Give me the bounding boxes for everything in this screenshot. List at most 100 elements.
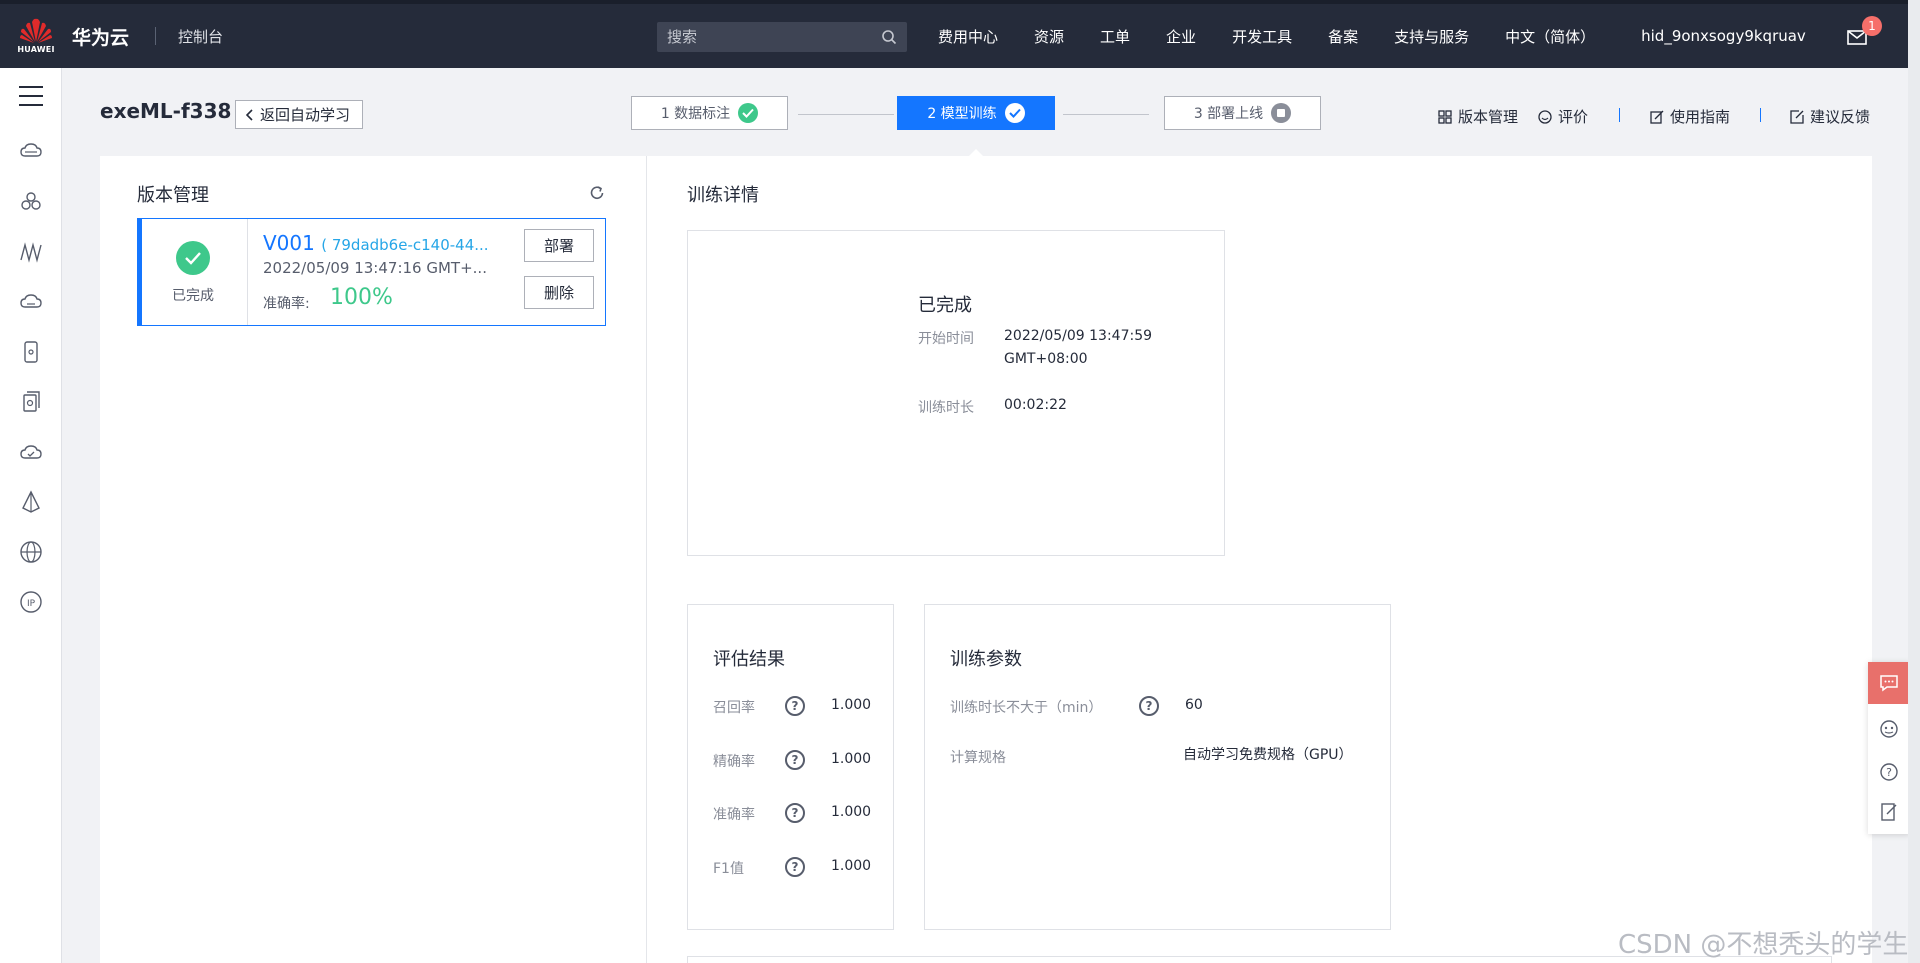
feedback-link[interactable]: 建议反馈: [1790, 106, 1870, 127]
nav-icp[interactable]: 备案: [1328, 26, 1358, 47]
tool-separator: [1619, 108, 1620, 122]
delete-button[interactable]: 删除: [524, 276, 594, 309]
step-model-training[interactable]: 2 模型训练: [897, 96, 1055, 159]
globe-icon[interactable]: [19, 540, 43, 564]
user-menu[interactable]: hid_9onxsogy9kqruav: [1641, 27, 1806, 45]
cluster-icon[interactable]: [19, 190, 43, 214]
guide-link[interactable]: 使用指南: [1650, 106, 1730, 127]
deploy-icon[interactable]: [19, 490, 43, 514]
search-icon[interactable]: [881, 29, 897, 45]
metric-value-f1: 1.000: [831, 858, 872, 874]
check-icon: [1004, 103, 1025, 123]
chat-button[interactable]: [1868, 662, 1910, 704]
rate-link[interactable]: 评价: [1538, 106, 1588, 127]
top-bar: HUAWEI 华为云 控制台 费用中心 资源 工单 企业 开发工具 备案 支持与…: [0, 0, 1920, 68]
cloud-storage-icon[interactable]: [19, 290, 43, 314]
nav-enterprise[interactable]: 企业: [1166, 26, 1196, 47]
version-name[interactable]: V001 ( 79dadb6e-c140-44...: [263, 231, 489, 255]
metric-value-precision: 1.000: [831, 751, 872, 767]
modelarts-icon[interactable]: [19, 240, 43, 264]
start-time-value: 2022/05/09 13:47:59 GMT+08:00: [1004, 325, 1152, 371]
language-selector[interactable]: 中文（简体）: [1505, 26, 1595, 47]
evaluation-title: 评估结果: [713, 649, 785, 670]
help-icon[interactable]: ?: [785, 803, 805, 823]
floating-toolbar: ?: [1868, 662, 1910, 834]
step-label: 1 数据标注: [660, 106, 731, 122]
device-icon[interactable]: [19, 340, 43, 364]
version-status-label: 已完成: [172, 288, 214, 304]
nav-billing[interactable]: 费用中心: [938, 26, 998, 47]
refresh-icon[interactable]: [588, 184, 606, 202]
top-nav: 费用中心 资源 工单 企业 开发工具 备案 支持与服务 中文（简体） hid_9…: [938, 4, 1842, 68]
duration-label: 训练时长: [918, 400, 974, 416]
version-status: 已完成: [142, 219, 248, 325]
note-edit-icon[interactable]: [1879, 802, 1899, 822]
chevron-left-icon: [246, 108, 253, 121]
mail-badge: 1: [1862, 16, 1882, 36]
help-icon[interactable]: ?: [1139, 696, 1159, 716]
nav-dev-tools[interactable]: 开发工具: [1232, 26, 1292, 47]
help-icon[interactable]: ?: [785, 696, 805, 716]
nav-resources[interactable]: 资源: [1034, 26, 1064, 47]
help-icon[interactable]: ?: [785, 857, 805, 877]
accuracy-label: 准确率:: [263, 296, 310, 312]
cloud-check-icon[interactable]: [19, 440, 43, 464]
nav-tickets[interactable]: 工单: [1100, 26, 1130, 47]
sub-header: exeML-f338 返回自动学习 1 数据标注 2 模型训练 3 部署上线 版…: [62, 68, 1920, 159]
scrollbar-track[interactable]: [1908, 0, 1920, 963]
left-rail: IP: [0, 68, 62, 963]
guide-label: 使用指南: [1670, 108, 1731, 126]
metric-label-accuracy: 准确率: [713, 807, 755, 823]
help-circle-icon[interactable]: ?: [1879, 762, 1899, 782]
version-time: 2022/05/09 13:47:16 GMT+...: [263, 259, 487, 277]
version-card[interactable]: 已完成 V001 ( 79dadb6e-c140-44... 2022/05/0…: [137, 218, 606, 326]
evaluation-box: 评估结果 召回率 ? 1.000 精确率 ? 1.000 准确率 ? 1.000…: [687, 604, 894, 930]
project-title: exeML-f338: [100, 99, 232, 123]
success-check-icon: [176, 241, 210, 275]
metric-label-recall: 召回率: [713, 700, 755, 716]
robot-icon[interactable]: [1879, 719, 1899, 739]
console-link[interactable]: 控制台: [178, 26, 223, 47]
start-time-label: 开始时间: [918, 331, 974, 347]
help-icon[interactable]: ?: [785, 750, 805, 770]
metric-value-recall: 1.000: [831, 697, 872, 713]
start-time-zone: GMT+08:00: [1004, 351, 1088, 367]
brand-title[interactable]: 华为云: [72, 23, 129, 50]
step-label: 3 部署上线: [1193, 106, 1264, 122]
ip-icon[interactable]: IP: [19, 590, 43, 614]
step-connector: [798, 114, 894, 115]
training-detail-box: 已完成 开始时间 2022/05/09 13:47:59 GMT+08:00 训…: [687, 230, 1225, 556]
feedback-icon: [1790, 109, 1804, 124]
version-manage-link[interactable]: 版本管理: [1438, 106, 1518, 127]
check-icon: [738, 103, 759, 123]
back-button-label: 返回自动学习: [260, 106, 351, 124]
stop-icon: [1271, 103, 1292, 123]
training-detail-title: 训练详情: [687, 185, 759, 206]
param-label-compute-spec: 计算规格: [950, 750, 1006, 766]
version-id: V001: [263, 231, 315, 255]
edit-doc-icon: [1650, 110, 1664, 124]
training-status: 已完成: [918, 295, 972, 316]
topbar-separator: [155, 27, 157, 45]
step-data-labeling[interactable]: 1 数据标注: [631, 96, 788, 130]
step-connector: [1063, 114, 1149, 115]
menu-icon[interactable]: [19, 86, 43, 106]
backup-icon[interactable]: [19, 390, 43, 414]
cloud-server-icon[interactable]: [19, 140, 43, 164]
param-value-max-duration: 60: [1185, 697, 1203, 713]
brand-mini-text: HUAWEI: [17, 45, 55, 54]
huawei-logo[interactable]: HUAWEI: [14, 18, 58, 54]
step-deploy[interactable]: 3 部署上线: [1164, 96, 1321, 130]
metric-value-accuracy: 1.000: [831, 804, 872, 820]
version-manage-label: 版本管理: [1458, 108, 1519, 126]
deploy-button[interactable]: 部署: [524, 229, 594, 262]
nav-support[interactable]: 支持与服务: [1394, 26, 1469, 47]
params-box: 训练参数 训练时长不大于（min） ? 60 计算规格 自动学习免费规格（GPU…: [924, 604, 1391, 930]
grid-icon: [1438, 109, 1452, 124]
metric-label-f1: F1值: [713, 861, 744, 877]
version-panel-title: 版本管理: [137, 185, 209, 206]
back-to-automl-button[interactable]: 返回自动学习: [235, 100, 364, 129]
search-input[interactable]: [667, 28, 881, 46]
param-label-max-duration: 训练时长不大于（min）: [950, 700, 1103, 716]
accuracy-value: 100%: [330, 285, 393, 310]
